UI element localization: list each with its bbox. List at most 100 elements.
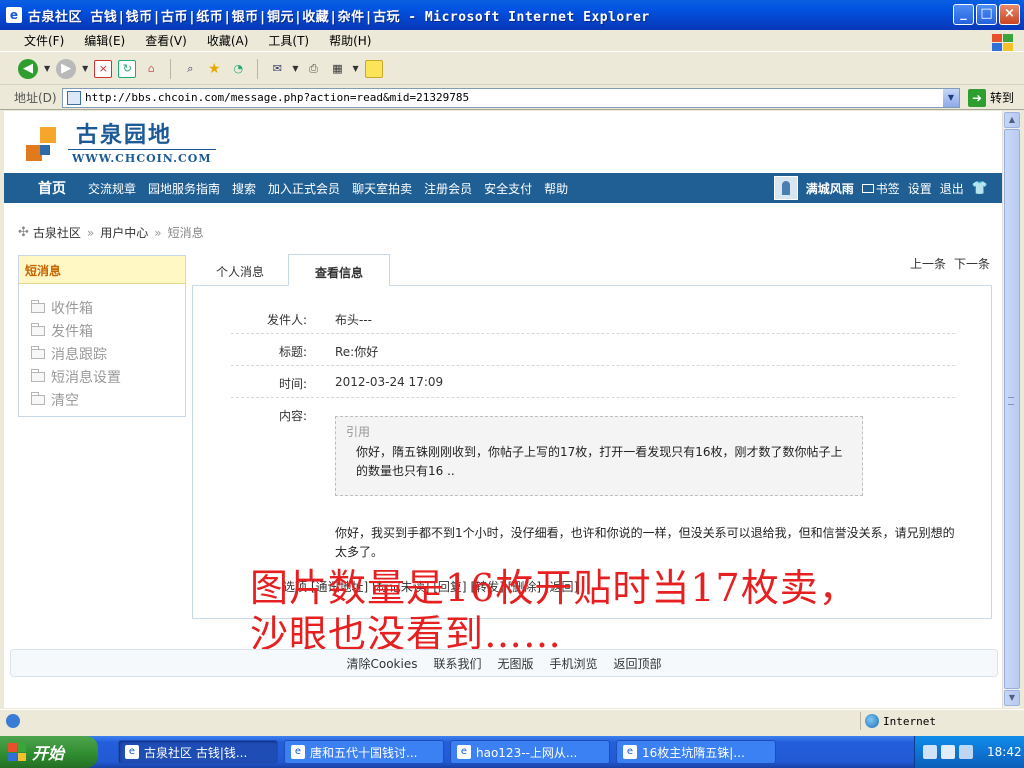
nav-home[interactable]: 首页 — [38, 178, 66, 198]
menu-edit[interactable]: 编辑(E) — [74, 32, 135, 49]
forward-icon[interactable]: ▶ — [56, 58, 77, 79]
sidebar-item-settings[interactable]: 短消息设置 — [31, 365, 185, 388]
ie-icon: e — [6, 7, 22, 23]
back-icon[interactable]: ◀ — [18, 58, 38, 79]
system-tray: 18:42 — [914, 736, 1024, 768]
nav-link-rules[interactable]: 交流规章 — [88, 180, 136, 197]
toolbar-separator — [170, 58, 172, 79]
footer-text-version[interactable]: 无图版 — [497, 655, 533, 672]
nav-link-pay[interactable]: 安全支付 — [484, 180, 532, 197]
site-logo-icon[interactable] — [26, 127, 62, 163]
crumb-plus-icon: ✣ — [18, 225, 29, 240]
quote-box: 引用 你好，隋五铢刚刚收到，你帖子上写的17枚，打开一看发现只有16枚，刚才数了… — [335, 416, 863, 496]
back-dropdown-icon[interactable]: ▼ — [44, 64, 50, 73]
search-icon[interactable]: ⌕ — [181, 60, 199, 78]
sender-value[interactable]: 布头--- — [335, 311, 372, 328]
address-dropdown-icon[interactable]: ▼ — [943, 88, 959, 107]
nav-link-register[interactable]: 注册会员 — [424, 180, 472, 197]
toolbar-separator — [257, 58, 259, 79]
nav-link-auction[interactable]: 聊天室拍卖 — [352, 180, 412, 197]
prev-message-link[interactable]: 上一条 — [910, 255, 946, 272]
next-message-link[interactable]: 下一条 — [954, 255, 990, 272]
user-name[interactable]: 满城风雨 — [806, 180, 854, 197]
taskbar-item-hao123[interactable]: e hao123--上网从... — [450, 740, 610, 764]
menu-view[interactable]: 查看(V) — [135, 32, 197, 49]
clock[interactable]: 18:42 — [987, 745, 1022, 759]
mail-icon[interactable]: ✉ — [268, 60, 286, 78]
time-value: 2012-03-24 17:09 — [335, 375, 444, 389]
nav-link-search[interactable]: 搜索 — [232, 180, 256, 197]
maximize-button[interactable]: □ — [976, 4, 997, 25]
menu-bar: 文件(F) 编辑(E) 查看(V) 收藏(A) 工具(T) 帮助(H) — [0, 30, 1024, 52]
logout-link[interactable]: 退出 — [940, 180, 964, 197]
nav-link-join[interactable]: 加入正式会员 — [268, 180, 340, 197]
edit-dropdown-icon[interactable]: ▼ — [352, 64, 358, 73]
ie-icon: e — [457, 745, 471, 759]
sidebar-item-outbox[interactable]: 发件箱 — [31, 319, 185, 342]
tab-personal-messages[interactable]: 个人消息 — [192, 254, 288, 286]
start-label: 开始 — [32, 744, 65, 763]
breadcrumb-user-center[interactable]: 用户中心 — [100, 224, 148, 241]
forward-dropdown-icon[interactable]: ▼ — [82, 64, 88, 73]
nav-link-guide[interactable]: 园地服务指南 — [148, 180, 220, 197]
footer-contact[interactable]: 联系我们 — [433, 655, 481, 672]
stop-icon[interactable]: × — [94, 59, 113, 78]
scroll-thumb[interactable] — [1004, 129, 1020, 689]
discuss-icon[interactable] — [364, 59, 383, 78]
tab-view-message[interactable]: 查看信息 — [288, 254, 390, 286]
sidebar-item-tracking[interactable]: 消息跟踪 — [31, 342, 185, 365]
breadcrumb-home[interactable]: 古泉社区 — [33, 224, 81, 241]
time-label: 时间: — [278, 377, 307, 391]
security-shield-icon[interactable] — [941, 745, 955, 759]
sidebar-title: 短消息 — [19, 256, 185, 284]
network-icon[interactable] — [923, 745, 937, 759]
footer-clear-cookies[interactable]: 清除Cookies — [346, 655, 417, 672]
tshirt-icon[interactable]: 👕 — [972, 181, 988, 196]
menu-help[interactable]: 帮助(H) — [319, 32, 381, 49]
history-icon[interactable]: ◔ — [229, 60, 247, 78]
bookmark-link[interactable]: 书签 — [861, 180, 900, 197]
antivirus-icon[interactable] — [959, 745, 973, 759]
address-url[interactable]: http://bbs.chcoin.com/message.php?action… — [85, 91, 469, 104]
vertical-scrollbar[interactable]: ▲ ▼ — [1002, 111, 1020, 708]
menu-file[interactable]: 文件(F) — [14, 32, 74, 49]
ie-icon: e — [623, 745, 637, 759]
scroll-up-icon[interactable]: ▲ — [1004, 112, 1020, 128]
sidebar-item-clear[interactable]: 清空 — [31, 388, 185, 411]
home-icon[interactable]: ⌂ — [142, 60, 160, 78]
address-input[interactable]: http://bbs.chcoin.com/message.php?action… — [62, 87, 960, 108]
folder-icon — [31, 345, 45, 359]
print-icon[interactable]: ⎙ — [304, 60, 322, 78]
envelope-icon — [861, 183, 874, 193]
ie-icon: e — [125, 745, 139, 759]
menu-tools[interactable]: 工具(T) — [258, 32, 319, 49]
footer-back-to-top[interactable]: 返回顶部 — [614, 655, 662, 672]
avatar[interactable] — [773, 176, 798, 200]
taskbar: 开始 e 古泉社区 古钱|钱... e 唐和五代十国钱讨... e hao123… — [0, 736, 1024, 768]
refresh-icon[interactable]: ↻ — [118, 59, 137, 78]
minimize-button[interactable]: _ — [953, 4, 974, 25]
menu-favorites[interactable]: 收藏(A) — [197, 32, 259, 49]
close-button[interactable]: × — [999, 4, 1020, 25]
annotation-overlay: 图片数量是16枚开贴时当17枚卖， 沙眼也没看到…… — [250, 565, 990, 657]
favorites-icon[interactable]: ★ — [205, 60, 223, 78]
mail-dropdown-icon[interactable]: ▼ — [292, 64, 298, 73]
folder-icon — [31, 391, 45, 405]
taskbar-item-forum[interactable]: e 古泉社区 古钱|钱... — [118, 740, 278, 764]
taskbar-item-coins[interactable]: e 16枚主坑隋五铢|... — [616, 740, 776, 764]
scroll-down-icon[interactable]: ▼ — [1004, 690, 1020, 706]
site-nav: 首页 交流规章 园地服务指南 搜索 加入正式会员 聊天室拍卖 注册会员 安全支付… — [4, 173, 1002, 203]
window-title-bar[interactable]: e 古泉社区 古钱|钱币|古币|纸币|银币|铜元|收藏|杂件|古玩 - Micr… — [0, 0, 1024, 30]
sidebar: 短消息 收件箱 发件箱 消息跟踪 短消息设置 清空 — [18, 255, 186, 417]
taskbar-item-tang[interactable]: e 唐和五代十国钱讨... — [284, 740, 444, 764]
settings-link[interactable]: 设置 — [908, 180, 932, 197]
sidebar-item-inbox[interactable]: 收件箱 — [31, 296, 185, 319]
edit-icon[interactable]: ▦ — [328, 60, 346, 78]
go-button[interactable]: ➜ 转到 — [968, 88, 1014, 107]
site-logo-url: WWW.CHCOIN.COM — [68, 149, 216, 165]
footer-mobile[interactable]: 手机浏览 — [549, 655, 597, 672]
start-button[interactable]: 开始 — [0, 736, 98, 768]
site-logo-title[interactable]: 古泉园地 — [76, 117, 172, 149]
nav-link-help[interactable]: 帮助 — [544, 180, 568, 197]
page-status-icon — [6, 713, 20, 728]
